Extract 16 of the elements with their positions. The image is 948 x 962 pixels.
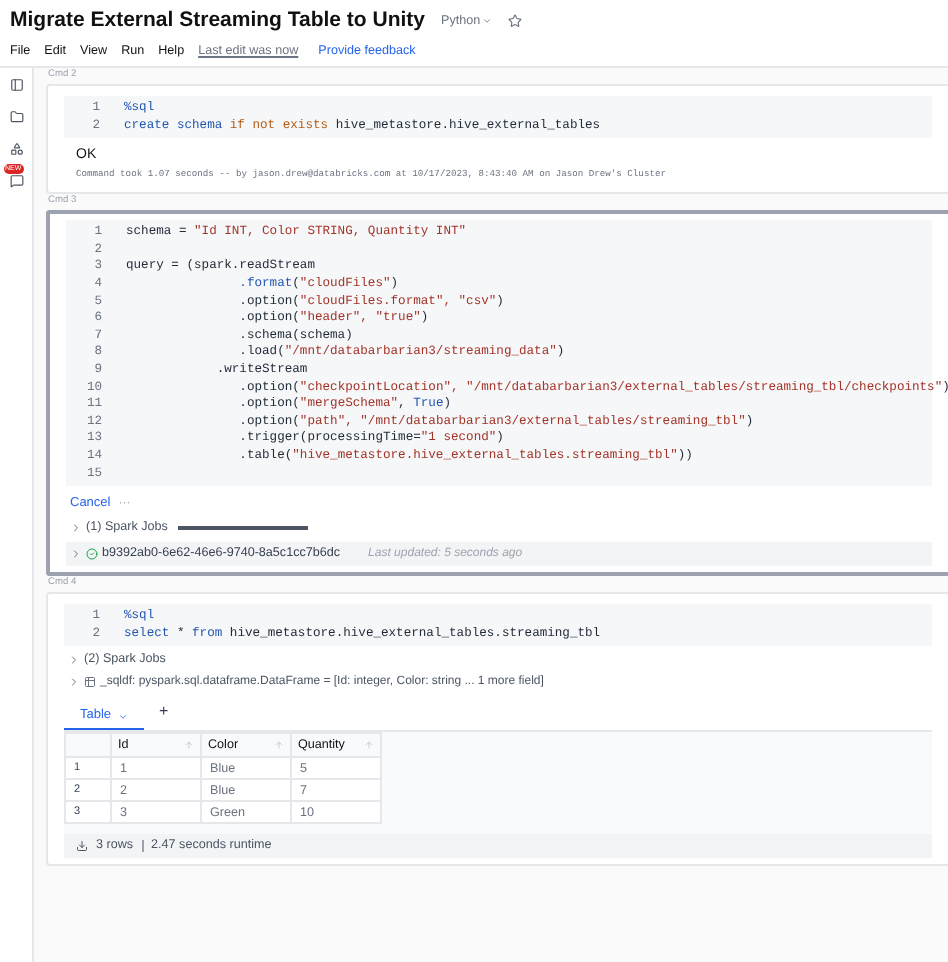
- notebook-cell[interactable]: [46, 210, 948, 576]
- sort-icon[interactable]: [184, 740, 194, 751]
- shapes-icon[interactable]: [9, 142, 23, 157]
- folder-icon[interactable]: [9, 110, 23, 125]
- table-icon: [84, 676, 96, 689]
- status-icon: [86, 547, 98, 560]
- sort-icon[interactable]: [274, 740, 284, 751]
- sort-icon[interactable]: [364, 740, 374, 751]
- panel-icon[interactable]: [9, 78, 23, 93]
- notebook-title[interactable]: Migrate External Streaming Table to Unity: [10, 6, 426, 38]
- caret-icon: [482, 16, 493, 27]
- download-icon[interactable]: [76, 840, 88, 853]
- caret-icon[interactable]: [117, 711, 128, 722]
- favorite-star-icon[interactable]: [508, 14, 523, 29]
- comment-icon[interactable]: [9, 174, 23, 189]
- add-tab-button[interactable]: +: [155, 694, 173, 731]
